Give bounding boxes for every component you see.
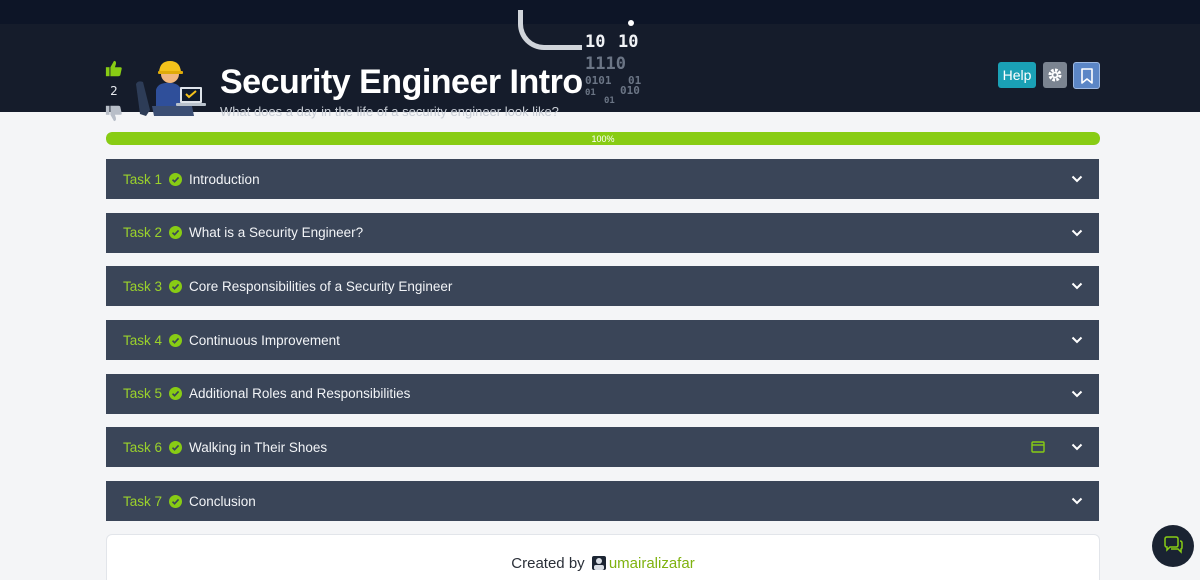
binary-decoration: 10 xyxy=(618,32,639,52)
task-title: Walking in Their Shoes xyxy=(189,439,328,455)
check-circle-icon xyxy=(169,494,183,508)
task-title: Continuous Improvement xyxy=(189,332,340,348)
check-circle-icon xyxy=(169,387,183,401)
task-number: Task 7 xyxy=(123,493,163,509)
binary-decoration: 1110 xyxy=(585,54,626,74)
task-title: Conclusion xyxy=(189,493,256,509)
binary-decoration: 01 xyxy=(585,88,596,98)
task-2-header[interactable]: Task 2 What is a Security Engineer? xyxy=(106,212,1099,253)
progress-label: 100% xyxy=(591,133,615,144)
binary-decoration: 10 xyxy=(585,32,606,52)
chevron-down-icon[interactable] xyxy=(1071,173,1083,185)
chevron-down-icon[interactable] xyxy=(1071,334,1083,346)
check-circle-icon xyxy=(169,333,183,347)
check-circle-icon xyxy=(169,279,183,293)
chevron-down-icon[interactable] xyxy=(1071,388,1083,400)
task-7-header[interactable]: Task 7 Conclusion xyxy=(106,481,1099,522)
task-title: Core Responsibilities of a Security Engi… xyxy=(189,278,453,294)
task-number: Task 4 xyxy=(123,332,163,348)
room-image xyxy=(136,61,206,116)
task-3-header[interactable]: Task 3 Core Responsibilities of a Securi… xyxy=(106,266,1099,307)
header-decoration xyxy=(518,10,582,50)
thumbs-down-icon[interactable] xyxy=(105,104,123,122)
author-avatar xyxy=(591,556,606,570)
task-4-header[interactable]: Task 4 Continuous Improvement xyxy=(106,320,1099,361)
progress-fill: 100% xyxy=(106,132,1100,145)
chat-icon xyxy=(1164,536,1183,554)
binary-decoration: 010 xyxy=(620,84,640,97)
author-link[interactable]: umairalizafar xyxy=(609,555,695,572)
help-button[interactable]: Help xyxy=(998,62,1036,88)
header-decoration-dot xyxy=(628,20,634,26)
thumbs-up-icon[interactable] xyxy=(105,60,123,78)
bookmark-icon xyxy=(1080,67,1093,84)
browser-window-icon[interactable] xyxy=(1031,440,1045,454)
binary-decoration: 01 xyxy=(604,96,615,106)
chevron-down-icon[interactable] xyxy=(1071,280,1083,292)
task-list: Task 1 Introduction Task 2 What is a Sec… xyxy=(106,159,1099,535)
gear-icon xyxy=(1048,68,1062,82)
task-title: What is a Security Engineer? xyxy=(189,225,364,241)
vote-widget: 2 xyxy=(104,60,124,122)
room-title: Security Engineer Intro xyxy=(220,63,583,101)
binary-decoration: 0101 xyxy=(585,74,612,87)
created-by: Created by umairalizafar xyxy=(107,555,1099,572)
top-strip xyxy=(0,0,1200,24)
room-header: 10 10 1110 0101 01 01 010 01 2 Security … xyxy=(0,10,1200,122)
task-number: Task 3 xyxy=(123,278,163,294)
check-circle-icon xyxy=(169,440,183,454)
settings-button[interactable] xyxy=(1043,62,1067,88)
task-title: Introduction xyxy=(189,171,260,187)
vote-count: 2 xyxy=(110,84,118,98)
check-circle-icon xyxy=(169,226,183,240)
task-number: Task 6 xyxy=(123,439,163,455)
chevron-down-icon[interactable] xyxy=(1071,227,1083,239)
task-6-header[interactable]: Task 6 Walking in Their Shoes xyxy=(106,427,1099,468)
task-number: Task 1 xyxy=(123,171,163,187)
task-5-header[interactable]: Task 5 Additional Roles and Responsibili… xyxy=(106,373,1099,414)
created-by-label: Created by xyxy=(511,555,585,572)
chevron-down-icon[interactable] xyxy=(1071,441,1083,453)
task-number: Task 2 xyxy=(123,225,163,241)
task-1-header[interactable]: Task 1 Introduction xyxy=(106,159,1099,199)
room-progress-bar: 100% xyxy=(106,132,1100,145)
chat-button[interactable] xyxy=(1152,525,1194,567)
chevron-down-icon[interactable] xyxy=(1071,495,1083,507)
bookmark-button[interactable] xyxy=(1073,62,1100,89)
room-creator-card: Created by umairalizafar xyxy=(106,534,1100,580)
room-subtitle: What does a day in the life of a securit… xyxy=(220,104,559,119)
task-title: Additional Roles and Responsibilities xyxy=(189,386,411,402)
task-number: Task 5 xyxy=(123,386,163,402)
check-circle-icon xyxy=(169,172,183,186)
